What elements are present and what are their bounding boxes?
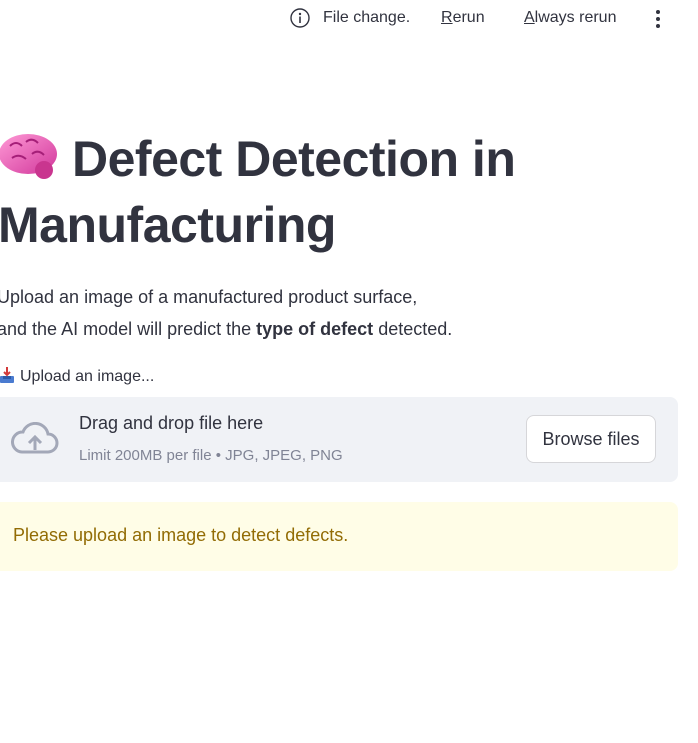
upload-label: Upload an image... <box>0 367 154 386</box>
brain-icon <box>0 134 57 179</box>
vertical-ellipsis-icon <box>656 10 660 14</box>
description: Upload an image of a manufactured produc… <box>0 281 452 345</box>
file-dropzone[interactable]: Drag and drop file here Limit 200MB per … <box>0 397 678 482</box>
always-rerun-button[interactable]: Always rerun <box>524 9 616 27</box>
rerun-button[interactable]: Rerun <box>441 9 485 27</box>
info-circle-icon <box>290 8 310 28</box>
app-toolbar: File change. Rerun Always rerun <box>0 0 698 38</box>
warning-alert: Please upload an image to detect defects… <box>0 502 678 571</box>
browse-files-button[interactable]: Browse files <box>526 415 656 463</box>
description-line2-start: and the AI model will predict the <box>0 319 257 339</box>
status-text: File change. <box>323 9 411 26</box>
always-rerun-label: lways rerun <box>534 9 617 26</box>
inbox-tray-icon <box>0 367 14 383</box>
page-title-container: Defect Detection in Manufacturing <box>0 126 698 258</box>
rerun-label: erun <box>452 9 485 26</box>
dropzone-limit: Limit 200MB per file • JPG, JPEG, PNG <box>79 447 343 464</box>
rerun-shortcut-key: R <box>441 9 453 26</box>
always-rerun-shortcut-key: A <box>524 9 535 26</box>
description-line1: Upload an image of a manufactured produc… <box>0 287 418 307</box>
main-menu-button[interactable] <box>648 7 668 31</box>
description-emphasis: type of defect <box>256 319 374 339</box>
warning-message: Please upload an image to detect defects… <box>13 525 349 545</box>
cloud-upload-icon <box>11 422 59 454</box>
page-title: Defect Detection in Manufacturing <box>0 131 516 253</box>
dropzone-instructions: Drag and drop file here <box>79 413 264 433</box>
description-line2-end: detected. <box>373 319 453 339</box>
upload-label-text: Upload an image... <box>20 368 155 385</box>
